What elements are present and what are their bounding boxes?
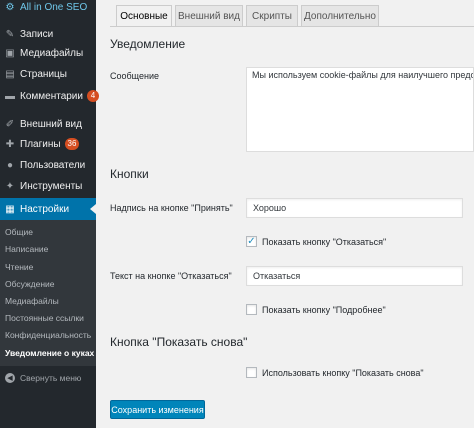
submenu-item-writing[interactable]: Написание [0, 240, 96, 257]
sidebar-item-label: Внешний вид [20, 118, 82, 130]
accept-button-text-input[interactable]: Хорошо [246, 198, 463, 218]
admin-sidebar: ⚙ All in One SEO ✎ Записи ▣ Медиафайлы ▤… [0, 0, 99, 428]
show-reject-label: Показать кнопку "Отказаться" [262, 236, 387, 247]
sidebar-item-users[interactable]: ● Пользователи [0, 154, 96, 176]
sidebar-item-label: Настройки [20, 203, 70, 215]
show-again-section-title: Кнопка "Показать снова" [110, 335, 248, 349]
sidebar-item-label: Комментарии [20, 90, 83, 102]
sidebar-item-label: Плагины [20, 138, 61, 150]
sidebar-item-label: Страницы [20, 68, 67, 80]
sidebar-item-tools[interactable]: ✦ Инструменты [0, 175, 96, 197]
submenu-item-discussion[interactable]: Обсуждение [0, 275, 96, 292]
pages-icon: ▤ [5, 68, 15, 80]
show-reject-checkbox[interactable]: ✓ [246, 236, 257, 247]
comments-count-badge: 4 [86, 90, 99, 102]
sidebar-item-label: Записи [20, 28, 54, 40]
tab-appearance[interactable]: Внешний вид [175, 5, 243, 26]
submenu-item-general[interactable]: Общие [0, 223, 96, 240]
submenu-item-permalinks[interactable]: Постоянные ссылки [0, 309, 96, 326]
save-changes-button[interactable]: Сохранить изменения [110, 400, 205, 419]
plugins-count-badge: 36 [64, 138, 80, 150]
users-icon: ● [6, 159, 14, 171]
buttons-section-title: Кнопки [110, 167, 149, 181]
show-more-label: Показать кнопку "Подробнее" [262, 304, 386, 315]
show-more-option[interactable]: Показать кнопку "Подробнее" [246, 304, 386, 315]
sidebar-item-appearance[interactable]: ✐ Внешний вид [0, 113, 96, 135]
sidebar-item-pages[interactable]: ▤ Страницы [0, 63, 96, 85]
notice-section-title: Уведомление [110, 37, 186, 51]
collapse-menu-label: Свернуть меню [20, 373, 82, 383]
message-textarea[interactable]: Мы используем cookie-файлы для наилучшег… [246, 67, 474, 152]
plugins-icon: ✚ [5, 138, 15, 150]
sidebar-item-label: Инструменты [20, 180, 83, 192]
use-show-again-option[interactable]: Использовать кнопку "Показать снова" [246, 367, 424, 378]
sidebar-item-plugins[interactable]: ✚ Плагины 36 [0, 133, 96, 155]
tab-general[interactable]: Основные [116, 5, 172, 27]
submenu-item-media[interactable]: Медиафайлы [0, 292, 96, 309]
sidebar-item-aioseo[interactable]: ⚙ All in One SEO [0, 0, 96, 14]
use-show-again-checkbox[interactable] [246, 367, 257, 378]
sidebar-item-label: All in One SEO [20, 1, 88, 13]
accept-button-label: Надпись на кнопке "Принять" [110, 203, 233, 213]
tab-scripts[interactable]: Скрипты [246, 5, 298, 26]
pushpin-icon: ✎ [5, 28, 15, 40]
media-icon: ▣ [5, 47, 15, 59]
show-more-checkbox[interactable] [246, 304, 257, 315]
sidebar-item-comments[interactable]: ▬ Комментарии 4 [0, 85, 99, 107]
submenu-item-cookie-notice[interactable]: Уведомление о куках [0, 344, 96, 361]
submenu-item-privacy[interactable]: Конфиденциальность [0, 326, 96, 343]
sidebar-item-label: Пользователи [20, 159, 86, 171]
seo-gear-icon: ⚙ [5, 1, 15, 13]
reject-button-label: Текст на кнопке "Отказаться" [110, 271, 232, 281]
collapse-arrow-icon: ◀ [5, 373, 15, 383]
reject-button-text-input[interactable]: Отказаться [246, 266, 463, 286]
sidebar-item-label: Медиафайлы [20, 47, 84, 59]
show-reject-option[interactable]: ✓ Показать кнопку "Отказаться" [246, 236, 386, 247]
submenu-item-reading[interactable]: Чтение [0, 258, 96, 275]
appearance-icon: ✐ [5, 118, 15, 130]
tabs-divider [110, 26, 474, 27]
collapse-menu-button[interactable]: ◀ Свернуть меню [0, 367, 96, 389]
comments-icon: ▬ [5, 90, 15, 102]
sidebar-item-settings[interactable]: ▦ Настройки [0, 198, 96, 220]
use-show-again-label: Использовать кнопку "Показать снова" [262, 367, 424, 378]
settings-icon: ▦ [5, 203, 15, 215]
tab-advanced[interactable]: Дополнительно [301, 5, 379, 26]
message-label: Сообщение [110, 71, 159, 81]
tools-icon: ✦ [5, 180, 15, 192]
sidebar-item-media[interactable]: ▣ Медиафайлы [0, 42, 96, 64]
